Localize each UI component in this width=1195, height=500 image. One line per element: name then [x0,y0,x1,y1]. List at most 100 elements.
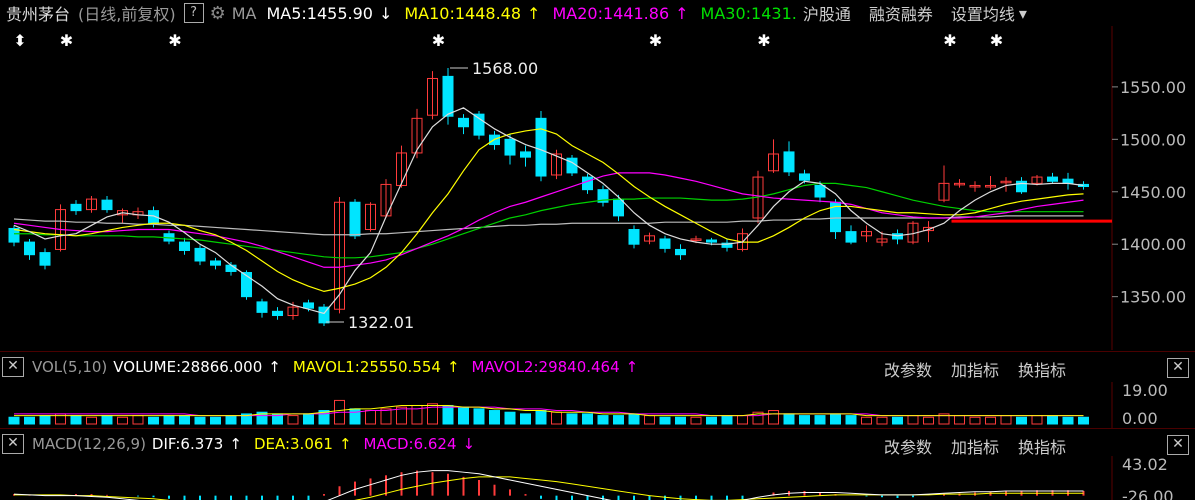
volume-bar [1016,416,1027,425]
vol-tick-label: 0.00 [1122,409,1158,428]
close-volume-button[interactable]: ✕ [2,357,24,377]
candle-body [179,241,190,251]
gear-icon[interactable]: ⚙ [210,3,226,24]
candle-body [272,310,283,317]
candle-body [845,231,857,243]
period-label: (日线,前复权) [78,5,176,24]
candle-body [814,184,826,198]
volume-bar [985,416,996,425]
volume-bar [628,413,640,425]
volume-bar [675,416,686,425]
volume-bar [163,415,175,425]
volume-bar [923,416,934,425]
separator [0,428,1195,429]
volume-bar [349,408,361,425]
volume-bar [876,416,888,425]
volume-bar [489,410,500,425]
volume-bar [768,410,779,425]
high-label: 1568.00 [472,59,538,78]
chevron-down-icon[interactable]: ▾ [1019,4,1027,23]
volume-bar [830,413,841,425]
volume-bar [504,411,516,425]
candle-body [442,75,454,117]
volume-bar [380,408,392,425]
volume-bar [365,410,376,425]
vol-tick-label: 19.00 [1122,382,1168,400]
candle-body [504,138,516,156]
volume-bar [473,408,485,425]
close-icon[interactable]: ✕ [1167,435,1189,455]
macd-edit-params-button[interactable]: 改参数 [884,434,932,458]
candle-body [256,301,268,313]
event-marker-icon: ✱ [649,31,662,50]
candle-body [70,203,82,212]
candle-body [1047,176,1058,182]
volume-bar [442,404,454,425]
vol-add-indicator-button[interactable]: 加指标 [951,357,999,381]
volume-bar [210,416,221,425]
candle-body [473,113,485,136]
volume-bar [148,416,159,425]
volume-bar [101,415,113,425]
link-hgt[interactable]: 沪股通 [803,1,851,25]
macd-chart: 43.02 -26.00 [13,456,1174,500]
macd-tick-label: -26.00 [1122,487,1174,500]
dif-line [13,470,1084,500]
link-ma-settings[interactable]: 设置均线 [951,1,1015,25]
volume-bar [799,415,810,425]
candle-body [101,199,113,211]
macd-switch-indicator-button[interactable]: 换指标 [1018,434,1066,458]
candle-body [458,117,469,128]
candle-body [783,151,795,173]
close-macd-button[interactable]: ✕ [2,434,24,454]
candlestick-chart[interactable]: 1550.00 1500.00 1450.00 1400.00 1350.00 ⬍ ✱ ✱ ✱ ✱… [0,26,1195,350]
y-tick-label: 1500.00 [1120,130,1186,149]
volume-bar [303,413,314,425]
volume-bar [117,416,128,425]
volume-bar [907,415,919,425]
volume-bar [86,416,97,425]
ma5-line [13,107,1084,315]
candle-body [582,176,593,191]
y-tick-label: 1550.00 [1120,78,1186,97]
mavol1-value: MAVOL1:25550.554 ↑ [292,358,460,376]
dif-value: DIF:6.373 ↑ [151,435,242,453]
candle-body [628,229,640,245]
macd-header: ✕ MACD(12,26,9) DIF:6.373 ↑ DEA:3.061 ↑ MA… [0,431,1195,457]
separator [0,351,1195,352]
macd-value: MACD:6.624 ↓ [363,435,476,453]
candle-body [675,248,686,256]
volume-bar [194,416,206,425]
volume-bar [287,415,299,425]
volume-bar [1000,415,1012,425]
volume-bar [814,415,826,425]
volume-bar [706,416,717,425]
volume-bar [179,415,190,425]
macd-tick-label: 43.02 [1122,456,1168,474]
candle-body [39,252,51,266]
volume-bar [721,415,733,425]
candle-body [706,239,717,243]
help-button[interactable]: ? [183,3,204,23]
close-icon[interactable]: ✕ [1167,358,1189,378]
vol-edit-params-button[interactable]: 改参数 [884,357,932,381]
stock-title[interactable]: 贵州茅台 [6,1,70,25]
event-marker-icon: ⬍ [13,31,26,50]
event-marker-icon: ✱ [943,31,956,50]
dea-line [14,476,1084,500]
macd-add-indicator-button[interactable]: 加指标 [951,434,999,458]
ma10-indicator: MA10:1448.48 ↑ [404,3,541,23]
volume-bar [566,413,578,425]
candle-body [613,198,624,217]
volume-bar [458,406,469,425]
link-margin[interactable]: 融资融券 [869,1,933,25]
volume-bar [39,415,51,425]
vol-switch-indicator-button[interactable]: 换指标 [1018,357,1066,381]
volume-bar [70,415,82,425]
dea-value: DEA:3.061 ↑ [253,435,352,453]
volume-bar [861,416,872,425]
y-tick-label: 1450.00 [1120,183,1186,202]
candle-body [210,260,221,266]
event-marker-icon: ✱ [168,31,181,50]
volume-bar [597,415,609,425]
